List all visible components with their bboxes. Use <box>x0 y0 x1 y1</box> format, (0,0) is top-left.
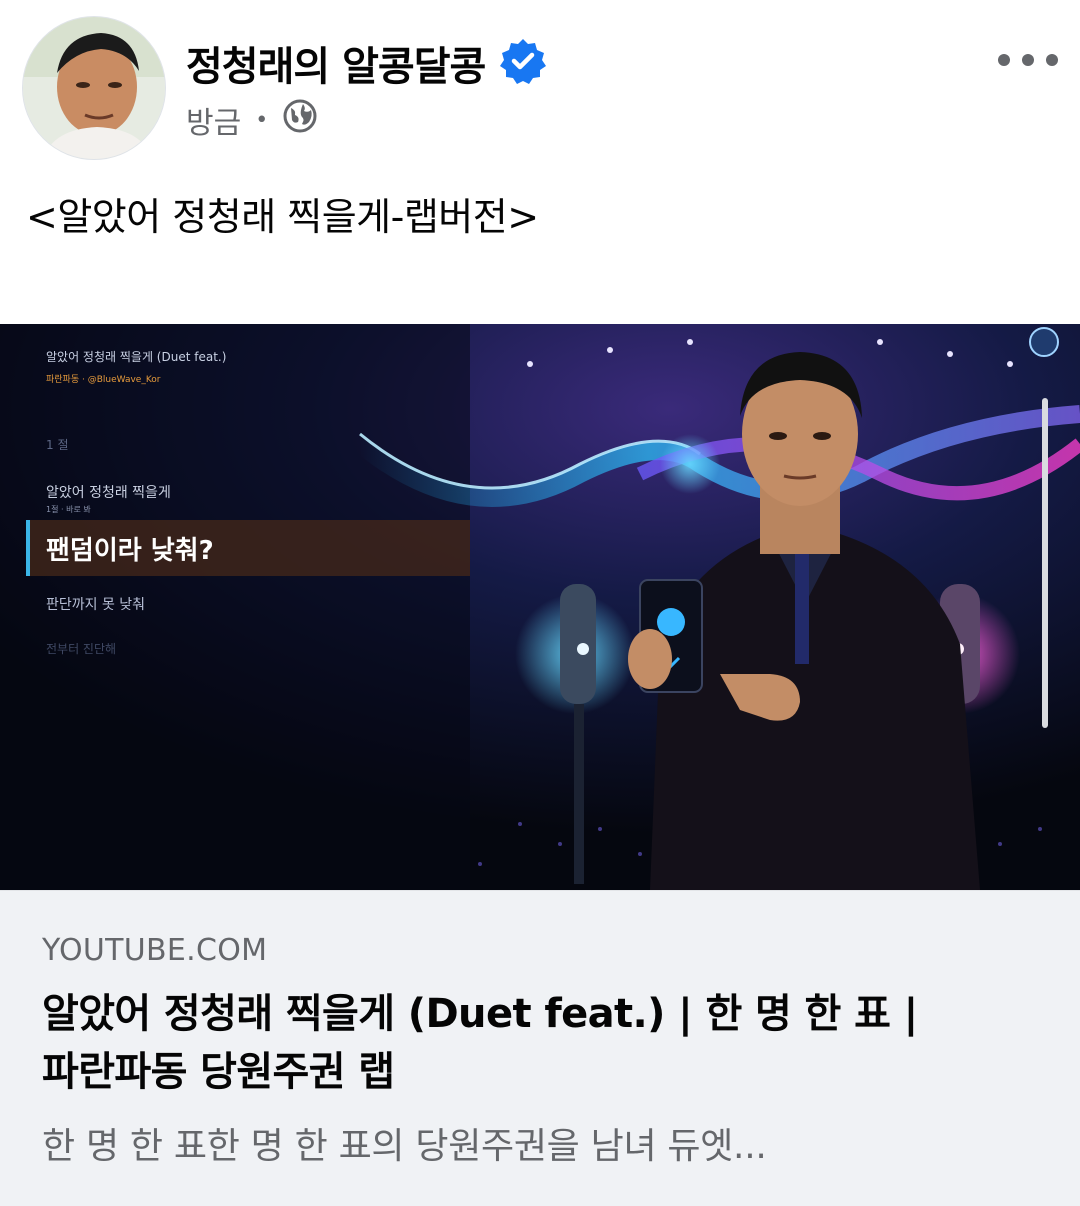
link-description: 한 명 한 표한 명 한 표의 당원주권을 남녀 듀엣... <box>42 1126 767 1167</box>
post-timestamp[interactable]: 방금 <box>186 98 241 142</box>
post-meta: 방금 • <box>186 98 318 142</box>
link-title-line-2: 파란파동 당원주권 랩 <box>42 1049 395 1095</box>
lyric-line-1-sub: 1절 · 바로 봐 <box>46 505 91 514</box>
post-text: <알았어 정청래 찍을게-랩버전> <box>26 195 539 239</box>
lyric-line-4: 전부터 진단해 <box>46 642 117 656</box>
author-name[interactable]: 정청래의 알콩달콩 <box>186 34 486 92</box>
author-row: 정청래의 알콩달콩 <box>186 34 547 92</box>
link-preview-card[interactable]: YOUTUBE.COM 알았어 정청래 찍을게 (Duet feat.) | 한… <box>0 890 1080 1206</box>
globe-icon[interactable] <box>282 98 318 142</box>
link-title-line-1: 알았어 정청래 찍을게 (Duet feat.) | 한 명 한 표 | <box>42 991 918 1037</box>
verified-badge-icon <box>485 37 547 89</box>
media-scrollbar[interactable] <box>1042 398 1048 728</box>
video-overlay-section: 1 절 <box>46 438 69 452</box>
meta-separator: • <box>255 107 269 133</box>
link-title[interactable]: 알았어 정청래 찍을게 (Duet feat.) | 한 명 한 표 | 파란파… <box>42 985 1042 1101</box>
video-thumbnail[interactable]: 알았어 정청래 찍을게 (Duet feat.) 파란파동 · @BlueWav… <box>0 324 1080 890</box>
lyric-line-active: 팬덤이라 낮춰? <box>46 536 214 566</box>
video-overlay-subtitle: 파란파동 · @BlueWave_Kor <box>46 375 161 385</box>
post-header: 정청래의 알콩달콩 방금 • <box>0 0 1080 160</box>
link-domain: YOUTUBE.COM <box>42 933 268 968</box>
video-overlay-title: 알았어 정청래 찍을게 (Duet feat.) <box>46 350 227 364</box>
lyric-line-3: 판단까지 못 낮춰 <box>46 597 146 613</box>
author-avatar[interactable] <box>22 16 166 160</box>
more-options-icon[interactable] <box>998 46 1058 74</box>
lyric-line-1: 알았어 정청래 찍을게 <box>46 485 171 501</box>
